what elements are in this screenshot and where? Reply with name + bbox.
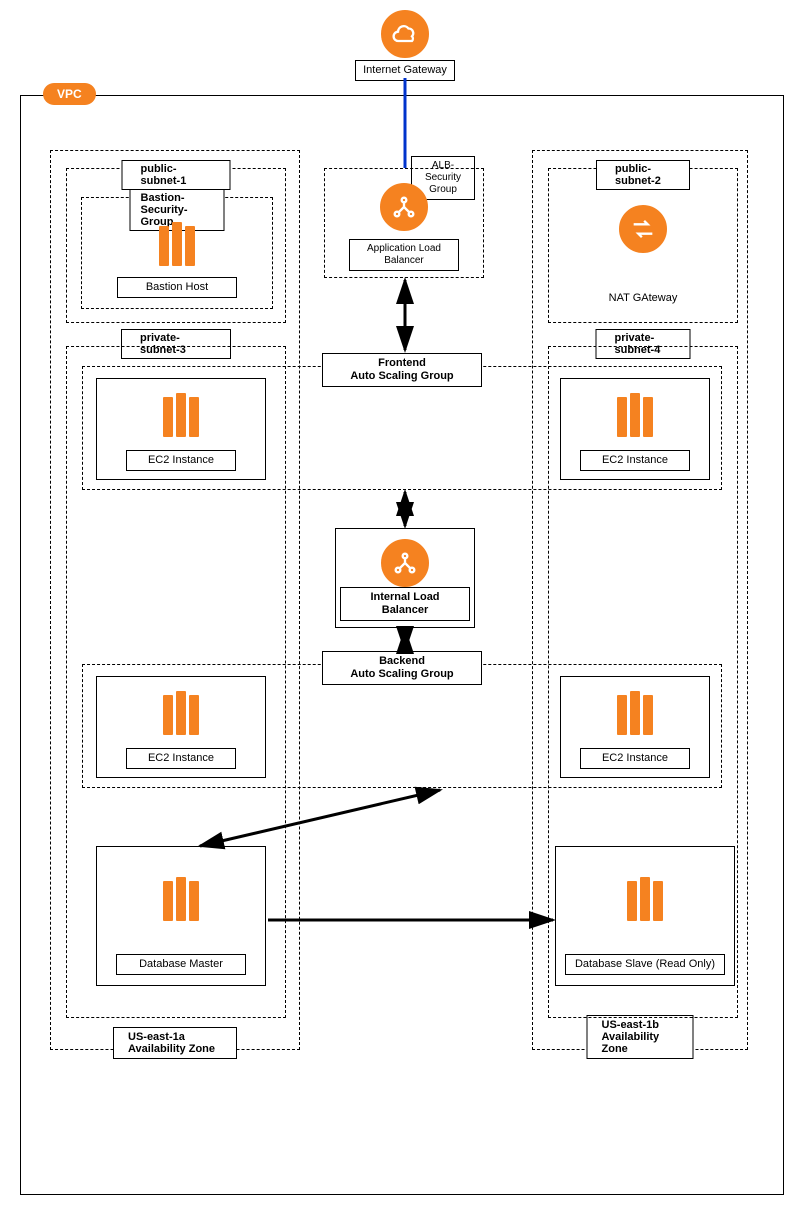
db-master-label: Database Master	[116, 954, 246, 975]
bastion-label: Bastion Host	[117, 277, 237, 298]
alb-box: Application Load Balancer	[324, 168, 484, 278]
public-subnet-2-label: public-subnet-2	[596, 160, 690, 190]
ec2-backend-left-label: EC2 Instance	[126, 748, 236, 769]
ec2-icon	[611, 687, 659, 735]
nat-icon	[619, 205, 667, 253]
bastion-sg: Bastion-Security-Group Bastion Host	[81, 197, 273, 309]
ec2-frontend-left-label: EC2 Instance	[126, 450, 236, 471]
vpc-tag: VPC	[43, 83, 96, 105]
public-subnet-1: public-subnet-1 Bastion-Security-Group B…	[66, 168, 286, 323]
public-subnet-1-label: public-subnet-1	[122, 160, 231, 190]
ilb-label: Internal Load Balancer	[340, 587, 470, 621]
ec2-frontend-right-label: EC2 Instance	[580, 450, 690, 471]
ec2-icon	[157, 389, 205, 437]
nat-label: NAT GAteway	[588, 289, 698, 308]
ec2-icon	[157, 687, 205, 735]
ilb-icon	[381, 539, 429, 587]
az-right-label: US-east-1b Availability Zone	[587, 1015, 694, 1059]
backend-asg-label: Backend Auto Scaling Group	[322, 651, 482, 685]
ec2-icon	[621, 873, 669, 921]
ec2-icon	[153, 218, 201, 266]
ec2-backend-right-label: EC2 Instance	[580, 748, 690, 769]
cloud-icon	[381, 10, 429, 58]
alb-icon	[380, 183, 428, 231]
ec2-icon	[157, 873, 205, 921]
db-slave: Database Slave (Read Only)	[555, 846, 735, 986]
public-subnet-2: public-subnet-2 NAT GAteway	[548, 168, 738, 323]
ec2-frontend-left: EC2 Instance	[96, 378, 266, 480]
db-slave-label: Database Slave (Read Only)	[565, 954, 725, 975]
ilb-box: Internal Load Balancer	[335, 528, 475, 628]
internet-gateway-label: Internet Gateway	[355, 60, 455, 81]
frontend-asg-label: Frontend Auto Scaling Group	[322, 353, 482, 387]
ec2-backend-right: EC2 Instance	[560, 676, 710, 778]
ec2-icon	[611, 389, 659, 437]
alb-label: Application Load Balancer	[349, 239, 459, 271]
ec2-backend-left: EC2 Instance	[96, 676, 266, 778]
az-left-label: US-east-1a Availability Zone	[113, 1027, 237, 1059]
ec2-frontend-right: EC2 Instance	[560, 378, 710, 480]
db-master: Database Master	[96, 846, 266, 986]
